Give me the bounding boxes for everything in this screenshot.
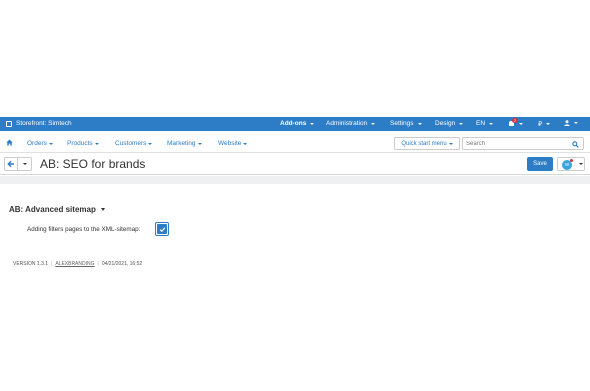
chevron-down-icon [22,163,27,165]
nav-marketing[interactable]: Marketing [167,140,202,147]
chevron-down-icon [310,122,315,125]
storefront-label: Storefront: Simtech [16,120,72,127]
menu-design-label: Design [435,120,456,127]
chevron-down-icon [100,208,105,211]
separator: | [51,261,53,267]
status-dot [570,159,573,162]
language-label: EN [476,120,486,127]
chevron-down-icon [546,123,551,125]
top-admin-bar: Storefront: Simtech Add-ons Administrati… [0,117,590,131]
chevron-down-icon [148,142,153,145]
chevron-down-icon [574,122,578,124]
divider-strip [0,176,590,184]
currency-selector[interactable]: ₽ [538,120,551,128]
chevron-down-icon [579,163,583,165]
history-dropdown-button[interactable] [18,157,32,171]
section-heading: AB: Advanced sitemap [9,205,96,214]
page-header: AB: SEO for brands Save W [0,153,590,175]
filters-sitemap-checkbox[interactable] [155,222,169,236]
chevron-down-icon [94,142,99,145]
menu-settings-label: Settings [390,120,414,127]
arrow-left-icon [7,160,14,168]
nav-website-label: Website [218,140,242,147]
field-label: Adding filters pages to the XML-sitemap: [27,226,141,233]
nav-orders-label: Orders [27,140,47,147]
nav-products[interactable]: Products [67,140,99,147]
nav-marketing-label: Marketing [167,140,196,147]
chevron-down-icon [417,122,422,125]
menu-administration[interactable]: Administration [326,120,376,127]
quick-start-label: Quick start menu [401,140,447,147]
chevron-down-icon [197,142,202,145]
language-selector[interactable]: EN [476,120,494,127]
bell-icon: 2 [508,118,518,127]
section-toggle[interactable]: AB: Advanced sitemap [9,205,105,214]
nav-customers[interactable]: Customers [115,140,153,147]
menu-administration-label: Administration [326,120,368,127]
search-input[interactable] [462,137,568,150]
save-button[interactable]: Save [527,157,553,171]
chevron-down-icon [459,122,464,125]
nav-customers-label: Customers [115,140,147,147]
checkmark-icon [159,226,165,232]
storefront-language-selector[interactable]: W [557,157,585,171]
notifications-button[interactable]: 2 [508,118,523,127]
currency-label: ₽ [538,121,543,128]
nav-orders[interactable]: Orders [27,140,53,147]
notifications-badge: 2 [512,118,518,123]
quick-start-menu-button[interactable]: Quick start menu [394,137,460,150]
page-title: AB: SEO for brands [40,157,146,171]
storefront-icon [6,120,12,127]
addon-footer: VERSION 1.3.1 | ALEXBRANDING | 04/21/202… [13,261,142,267]
nav-products-label: Products [67,140,93,147]
build-date: 04/21/2021, 16:52 [101,261,143,267]
user-menu[interactable] [564,120,578,126]
chevron-down-icon [489,122,494,125]
chevron-down-icon [371,122,376,125]
menu-settings[interactable]: Settings [390,120,422,127]
storefront-link[interactable]: Storefront: Simtech [6,120,72,127]
main-navbar: Orders Products Customers Marketing Webs… [0,133,590,153]
menu-addons-label: Add-ons [280,120,307,127]
search-icon [572,141,579,148]
chevron-down-icon [243,142,248,145]
menu-addons[interactable]: Add-ons [280,120,315,127]
home-icon[interactable] [6,139,13,146]
user-icon [564,120,570,126]
vendor-link[interactable]: ALEXBRANDING [55,261,94,267]
search-button[interactable] [567,137,584,150]
nav-website[interactable]: Website [218,140,248,147]
separator: | [97,261,99,267]
version-label: VERSION 1.3.1 [13,261,49,267]
chevron-down-icon [448,142,453,145]
chevron-down-icon [48,142,53,145]
chevron-down-icon [519,122,523,125]
menu-design[interactable]: Design [435,120,464,127]
back-button[interactable] [4,157,18,171]
